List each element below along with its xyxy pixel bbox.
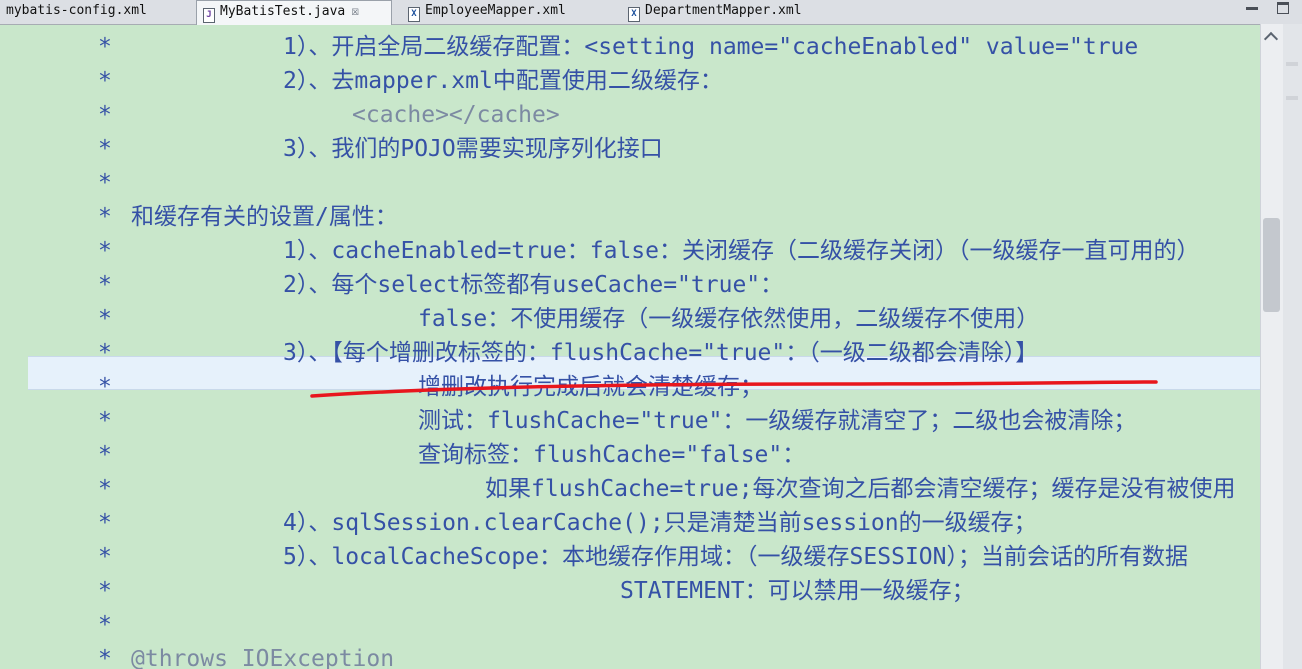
tab-label: DepartmentMapper.xml bbox=[645, 3, 802, 18]
tab-label: EmployeeMapper.xml bbox=[425, 3, 566, 18]
scroll-up-icon[interactable] bbox=[1263, 31, 1279, 47]
code-line: * STATEMENT：可以禁用一级缓存； bbox=[98, 578, 975, 604]
code-line: * <cache></cache> bbox=[98, 102, 560, 128]
maximize-button[interactable] bbox=[1277, 2, 1289, 14]
xml-file-icon: X bbox=[628, 7, 640, 22]
code-line: * bbox=[98, 612, 112, 638]
tab-departmentmapper-xml[interactable]: X DepartmentMapper.xml bbox=[628, 0, 802, 23]
minimize-button[interactable] bbox=[1246, 7, 1258, 10]
tab-employeemapper-xml[interactable]: X EmployeeMapper.xml bbox=[408, 0, 566, 23]
tab-label: mybatis-config.xml bbox=[6, 3, 147, 18]
code-line: * 和缓存有关的设置/属性： bbox=[98, 204, 398, 230]
code-line: * 4）、sqlSession.clearCache();只是清楚当前sessio… bbox=[98, 510, 1037, 536]
code-line: * 如果flushCache=true;每次查询之后都会清空缓存；缓存是没有被使用 bbox=[98, 476, 1236, 502]
code-line: * 1）、开启全局二级缓存配置：<setting name="cacheEnabl… bbox=[98, 34, 1139, 60]
code-line: * 1）、cacheEnabled=true：false：关闭缓存（二级缓存关闭）… bbox=[98, 238, 1200, 264]
xml-file-icon: X bbox=[408, 7, 420, 22]
tab-mybatis-config[interactable]: mybatis-config.xml bbox=[6, 0, 147, 23]
code-line: * bbox=[98, 170, 112, 196]
code-editor[interactable]: * 1）、开启全局二级缓存配置：<setting name="cacheEnabl… bbox=[0, 24, 1260, 669]
code-line: * 2）、去mapper.xml中配置使用二级缓存： bbox=[98, 68, 723, 94]
code-line: * 查询标签：flushCache="false"： bbox=[98, 442, 806, 468]
vertical-scrollbar[interactable] bbox=[1260, 24, 1283, 669]
code-line: * 增删改执行完成后就会清楚缓存； bbox=[98, 374, 763, 400]
code-line: * 测试：flushCache="true"：一级缓存就清空了；二级也会被清除； bbox=[98, 408, 1137, 434]
close-tab-icon[interactable]: ☒ bbox=[351, 4, 359, 19]
code-line: * 3）、我们的POJO需要实现序列化接口 bbox=[98, 136, 663, 162]
code-line-current: * 3）、【每个增删改标签的：flushCache="true"：（一级二级都会清… bbox=[98, 340, 1039, 366]
tab-label: MyBatisTest.java bbox=[220, 4, 346, 19]
code-line: * 2）、每个select标签都有useCache="true"： bbox=[98, 272, 784, 298]
code-line: * false：不使用缓存（一级缓存依然使用，二级缓存不使用） bbox=[98, 306, 1040, 332]
code-line: * @throws IOException bbox=[98, 646, 395, 669]
overview-ruler[interactable] bbox=[1283, 24, 1302, 669]
tab-mybatistest-java[interactable]: J MyBatisTest.java ☒ bbox=[196, 0, 392, 25]
editor-tab-bar: mybatis-config.xml J MyBatisTest.java ☒ XE… bbox=[0, 0, 1302, 25]
scrollbar-thumb[interactable] bbox=[1263, 218, 1280, 312]
java-file-icon: J bbox=[203, 8, 215, 23]
code-line: * 5）、localCacheScope：本地缓存作用域：（一级缓存SESSION… bbox=[98, 544, 1188, 570]
